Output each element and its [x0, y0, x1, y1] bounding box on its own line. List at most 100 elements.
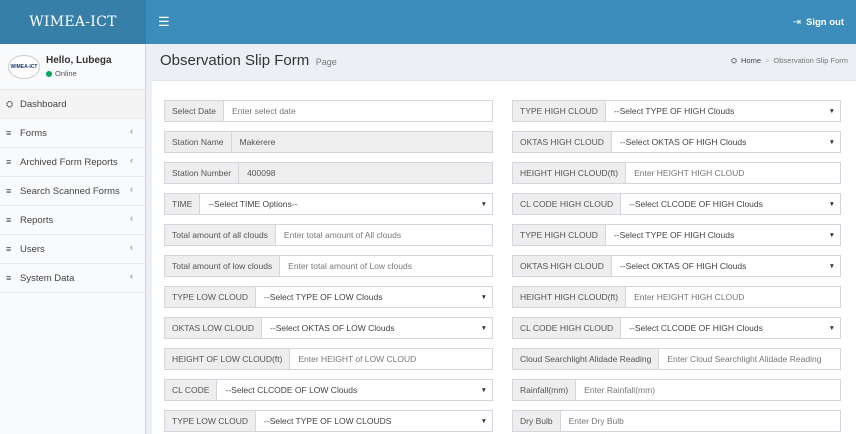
- menu-icon: ≡: [6, 157, 12, 167]
- oktas-low-cloud-select[interactable]: --Select OKTAS OF LOW Clouds ▼: [262, 318, 492, 338]
- dry-bulb-input[interactable]: Enter Dry Bulb: [561, 411, 840, 431]
- caret-down-icon: ▼: [828, 324, 835, 332]
- sidebar-item-forms[interactable]: ≡ Forms ‹: [0, 119, 145, 148]
- field-label: Total amount of all clouds: [165, 225, 276, 245]
- menu-icon: ≡: [6, 273, 12, 283]
- total-amount-of-low-clouds-input[interactable]: Enter total amount of Low clouds: [280, 256, 492, 276]
- field-label: TYPE LOW CLOUD: [165, 411, 257, 431]
- select-value: --Select TIME Options--: [208, 199, 298, 209]
- sidebar-item-label: Search Scanned Forms: [20, 185, 120, 197]
- observation-form: Select Date Enter select date Station Name…: [152, 80, 856, 434]
- height-high-cloud-ft-input[interactable]: Enter HEIGHT HIGH CLOUD: [626, 287, 840, 307]
- select-value: --Select OKTAS OF HIGH Clouds: [619, 137, 747, 147]
- cl-code-select[interactable]: --Select CLCODE OF LOW Clouds ▼: [217, 380, 492, 400]
- user-info: Hello, Lubega Online: [46, 55, 112, 78]
- cl-code-high-cloud-select[interactable]: --Select CLCODE OF HIGH Clouds ▼: [621, 194, 840, 214]
- total-amount-of-all-clouds-input[interactable]: Enter total amount of All clouds: [276, 225, 492, 245]
- field-label: Dry Bulb: [513, 411, 561, 431]
- avatar: WIMEA-ICT: [8, 54, 40, 79]
- field-height-of-low-cloud-ft: HEIGHT OF LOW CLOUD(ft) Enter HEIGHT of L…: [164, 348, 493, 370]
- field-label: TIME: [165, 194, 201, 214]
- sign-out-label: Sign out: [806, 16, 844, 28]
- field-type-high-cloud: TYPE HIGH CLOUD --Select TYPE OF HIGH Clo…: [512, 224, 841, 246]
- caret-down-icon: ▼: [480, 417, 487, 425]
- dashboard-icon: ⛭: [730, 55, 737, 65]
- type-high-cloud-select[interactable]: --Select TYPE OF HIGH Clouds ▼: [606, 101, 840, 121]
- select-date-input[interactable]: Enter select date: [224, 101, 492, 121]
- caret-down-icon: ▼: [480, 293, 487, 301]
- page-subtitle: Page: [315, 57, 337, 67]
- chevron-left-icon: ‹: [130, 213, 133, 223]
- page-title: Observation Slip Form: [160, 52, 310, 69]
- sidebar-item-label: Dashboard: [20, 98, 67, 110]
- sidebar-item-search-scanned-forms[interactable]: ≡ Search Scanned Forms ‹: [0, 177, 145, 206]
- field-time: TIME --Select TIME Options-- ▼: [164, 193, 493, 215]
- field-label: HEIGHT HIGH CLOUD(ft): [513, 163, 627, 183]
- field-rainfall-mm: Rainfall(mm) Enter Rainfall(mm): [512, 379, 841, 401]
- caret-down-icon: ▼: [480, 324, 487, 332]
- sidebar: WIMEA-ICT Hello, Lubega Online ⛭ Dashboar…: [0, 44, 146, 434]
- select-value: --Select OKTAS OF LOW Clouds: [270, 323, 395, 333]
- rainfall-mm-input[interactable]: Enter Rainfall(mm): [576, 380, 840, 400]
- content-header: Observation Slip Form Page ⛭ Home > Obse…: [146, 44, 856, 77]
- field-cl-code-high-cloud: CL CODE HIGH CLOUD --Select CLCODE OF HIG…: [512, 193, 841, 215]
- user-greeting: Hello, Lubega: [46, 55, 112, 66]
- field-label: Total amount of low clouds: [165, 256, 281, 276]
- field-label: Station Name: [165, 132, 232, 152]
- field-label: Cloud Searchlight Alidade Reading: [513, 349, 660, 369]
- field-cl-code: CL CODE --Select CLCODE OF LOW Clouds ▼: [164, 379, 493, 401]
- oktas-high-cloud-select[interactable]: --Select OKTAS OF HIGH Clouds ▼: [612, 256, 840, 276]
- caret-down-icon: ▼: [828, 107, 835, 115]
- menu-icon: ≡: [6, 244, 12, 254]
- breadcrumb-home[interactable]: Home: [741, 56, 761, 65]
- sidebar-item-reports[interactable]: ≡ Reports ‹: [0, 206, 145, 235]
- field-label: Rainfall(mm): [513, 380, 577, 400]
- field-label: CL CODE HIGH CLOUD: [513, 194, 622, 214]
- sidebar-item-label: Forms: [20, 127, 47, 139]
- field-label: TYPE HIGH CLOUD: [513, 101, 606, 121]
- cl-code-high-cloud-select[interactable]: --Select CLCODE OF HIGH Clouds ▼: [621, 318, 840, 338]
- field-total-amount-of-all-clouds: Total amount of all clouds Enter total am…: [164, 224, 493, 246]
- oktas-high-cloud-select[interactable]: --Select OKTAS OF HIGH Clouds ▼: [612, 132, 840, 152]
- field-label: OKTAS HIGH CLOUD: [513, 132, 612, 152]
- type-low-cloud-select[interactable]: --Select TYPE OF LOW CLOUDS ▼: [256, 411, 492, 431]
- field-label: CL CODE HIGH CLOUD: [513, 318, 622, 338]
- select-value: --Select TYPE OF LOW Clouds: [264, 292, 383, 302]
- select-value: --Select OKTAS OF HIGH Clouds: [619, 261, 747, 271]
- cloud-searchlight-alidade-reading-input[interactable]: Enter Cloud Searchlight Alidade Reading: [659, 349, 840, 369]
- field-type-low-cloud: TYPE LOW CLOUD --Select TYPE OF LOW CLOUD…: [164, 410, 493, 432]
- dashboard-icon: ⛭: [6, 98, 14, 109]
- sidebar-item-users[interactable]: ≡ Users ‹: [0, 235, 145, 264]
- sign-out-icon: ⇥: [792, 16, 801, 28]
- height-of-low-cloud-ft-input[interactable]: Enter HEIGHT of LOW CLOUD: [290, 349, 492, 369]
- menu-icon: ≡: [6, 128, 12, 138]
- type-high-cloud-select[interactable]: --Select TYPE OF HIGH Clouds ▼: [606, 225, 840, 245]
- chevron-left-icon: ‹: [130, 126, 133, 136]
- field-total-amount-of-low-clouds: Total amount of low clouds Enter total am…: [164, 255, 493, 277]
- breadcrumb-current: Observation Slip Form: [773, 56, 848, 65]
- field-select-date: Select Date Enter select date: [164, 100, 493, 122]
- app-logo[interactable]: WIMEA-ICT: [0, 0, 146, 44]
- type-low-cloud-select[interactable]: --Select TYPE OF LOW Clouds ▼: [256, 287, 492, 307]
- time-select[interactable]: --Select TIME Options-- ▼: [200, 194, 492, 214]
- select-value: --Select TYPE OF HIGH Clouds: [613, 106, 735, 116]
- menu-icon: ≡: [6, 186, 12, 196]
- sidebar-item-dashboard[interactable]: ⛭ Dashboard: [0, 90, 145, 119]
- caret-down-icon: ▼: [828, 231, 835, 239]
- sidebar-item-archived-form-reports[interactable]: ≡ Archived Form Reports ‹: [0, 148, 145, 177]
- sidebar-item-system-data[interactable]: ≡ System Data ‹: [0, 264, 145, 293]
- select-value: --Select TYPE OF HIGH Clouds: [613, 230, 735, 240]
- caret-down-icon: ▼: [828, 262, 835, 270]
- sign-out-button[interactable]: ⇥ Sign out: [793, 17, 844, 28]
- height-high-cloud-ft-input[interactable]: Enter HEIGHT HIGH CLOUD: [626, 163, 840, 183]
- field-label: TYPE HIGH CLOUD: [513, 225, 606, 245]
- field-station-number: Station Number 400098: [164, 162, 493, 184]
- field-label: HEIGHT HIGH CLOUD(ft): [513, 287, 627, 307]
- field-label: CL CODE: [165, 380, 218, 400]
- user-status: Online: [46, 69, 112, 78]
- chevron-left-icon: ‹: [130, 155, 133, 165]
- sidebar-toggle-icon[interactable]: ☰: [158, 14, 170, 30]
- field-label: Station Number: [165, 163, 240, 183]
- chevron-left-icon: ‹: [130, 271, 133, 281]
- field-oktas-high-cloud: OKTAS HIGH CLOUD --Select OKTAS OF HIGH C…: [512, 255, 841, 277]
